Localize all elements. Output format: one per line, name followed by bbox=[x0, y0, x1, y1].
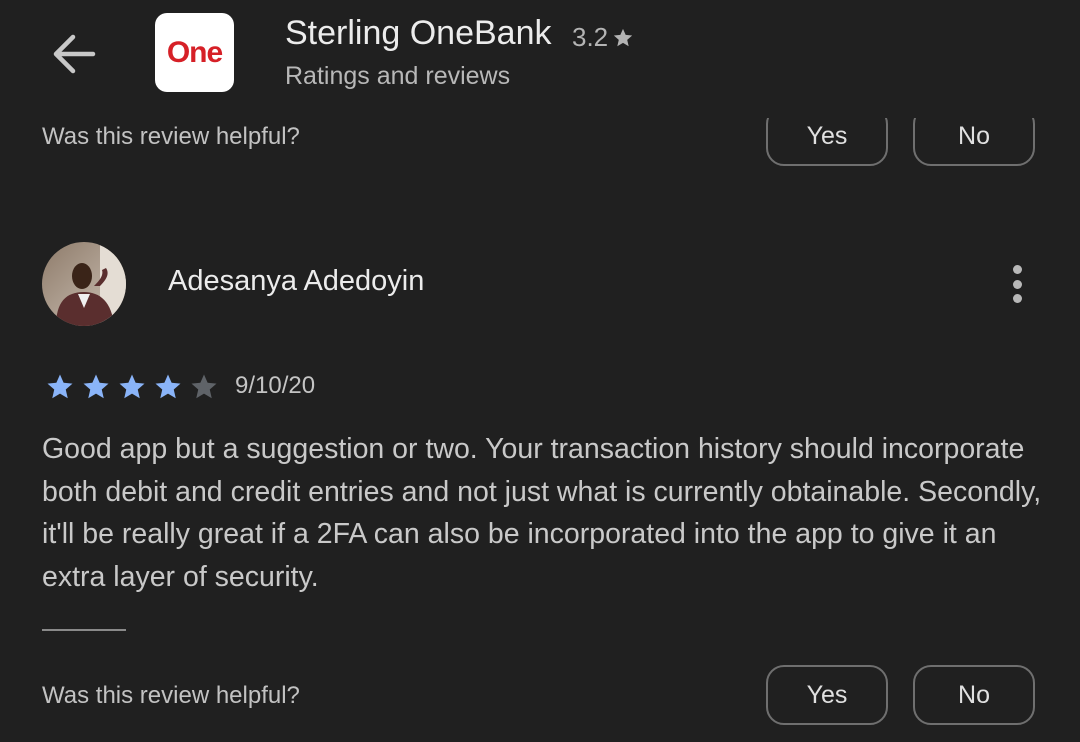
star-filled-icon bbox=[83, 374, 109, 399]
app-rating: 3.2 bbox=[572, 22, 634, 53]
star-filled-icon bbox=[47, 374, 73, 399]
star-filled-icon bbox=[119, 374, 145, 399]
app-icon[interactable]: One bbox=[155, 13, 234, 92]
app-icon-label: One bbox=[166, 35, 223, 69]
star-rating bbox=[42, 372, 222, 402]
review-date: 9/10/20 bbox=[235, 372, 316, 399]
star-filled-icon bbox=[155, 374, 181, 399]
avatar bbox=[42, 242, 126, 326]
arrow-left-icon bbox=[53, 34, 96, 74]
no-button[interactable]: No bbox=[913, 665, 1035, 725]
app-header: One Sterling OneBank 3.2 Ratings and rev… bbox=[0, 0, 1080, 118]
back-button[interactable] bbox=[44, 28, 104, 80]
app-title: Sterling OneBank bbox=[285, 14, 552, 52]
review-text: Good app but a suggestion or two. Your t… bbox=[42, 433, 1042, 593]
helpful-prompt: Was this review helpful? bbox=[42, 123, 300, 150]
more-vertical-icon bbox=[1012, 265, 1022, 274]
more-options-button[interactable] bbox=[1000, 262, 1034, 306]
rating-value: 3.2 bbox=[572, 22, 609, 52]
star-icon bbox=[613, 28, 633, 46]
divider bbox=[42, 629, 126, 631]
helpful-prompt: Was this review helpful? bbox=[42, 682, 300, 709]
star-empty-icon bbox=[191, 374, 217, 399]
reviewer-name: Adesanya Adedoyin bbox=[168, 265, 425, 297]
page-subtitle: Ratings and reviews bbox=[285, 62, 511, 90]
yes-button[interactable]: Yes bbox=[766, 665, 888, 725]
